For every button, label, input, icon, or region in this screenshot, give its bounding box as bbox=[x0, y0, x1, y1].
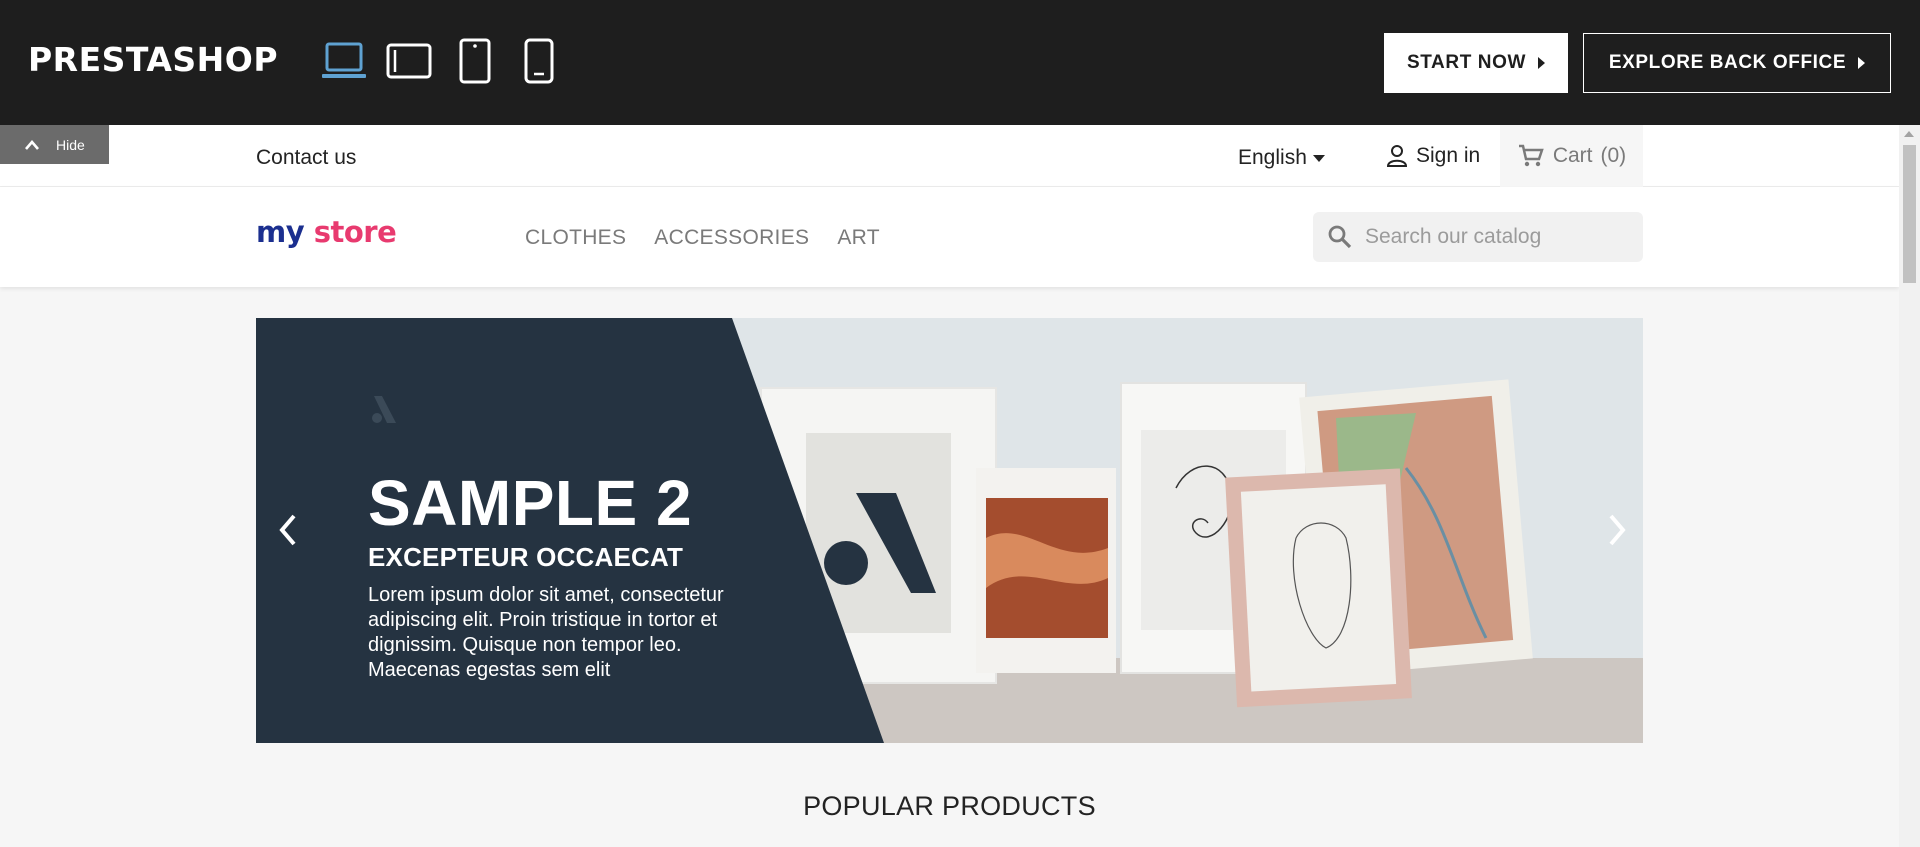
user-icon bbox=[1386, 145, 1408, 167]
hide-label: Hide bbox=[56, 136, 85, 153]
slide-subtitle: EXCEPTEUR OCCAECAT bbox=[368, 542, 684, 572]
chevron-left-icon bbox=[279, 514, 296, 546]
scroll-up-arrow-icon[interactable] bbox=[1904, 131, 1914, 137]
scrollbar-thumb[interactable] bbox=[1903, 145, 1916, 283]
explore-back-office-button[interactable]: EXPLORE BACK OFFICE bbox=[1583, 33, 1891, 93]
chevron-right-icon bbox=[1609, 514, 1626, 546]
store-logo[interactable]: my store bbox=[256, 215, 397, 249]
laptop-icon[interactable] bbox=[320, 38, 368, 84]
popular-products-heading: POPULAR PRODUCTS bbox=[803, 791, 1096, 821]
page-scrollbar[interactable] bbox=[1899, 125, 1920, 847]
sign-in-link[interactable]: Sign in bbox=[1384, 143, 1480, 169]
mobile-icon[interactable] bbox=[522, 38, 556, 84]
caret-right-icon bbox=[1858, 57, 1866, 69]
menu-item-clothes[interactable]: CLOTHES bbox=[525, 226, 626, 250]
main-menu: CLOTHES ACCESSORIES ART bbox=[525, 226, 880, 250]
chevron-up-icon bbox=[25, 139, 39, 150]
tablet-portrait-icon[interactable] bbox=[458, 38, 492, 84]
prestashop-brand: PRESTASHOP bbox=[28, 40, 279, 79]
search-icon[interactable] bbox=[1327, 224, 1353, 250]
contact-us-link[interactable]: Contact us bbox=[256, 146, 356, 170]
search-input[interactable] bbox=[1365, 225, 1625, 249]
explore-back-office-label: EXPLORE BACK OFFICE bbox=[1608, 52, 1847, 73]
header-main: my store CLOTHES ACCESSORIES ART bbox=[0, 187, 1899, 287]
hide-toolbar-button[interactable]: Hide bbox=[0, 125, 109, 164]
shopping-cart-icon bbox=[1518, 144, 1544, 167]
demo-top-bar: PRESTASHOP START NOW EXPLORE BACK OFFICE bbox=[0, 0, 1920, 125]
homepage-slider: SAMPLE 2 EXCEPTEUR OCCAECAT Lorem ipsum … bbox=[256, 318, 1643, 743]
language-label: English bbox=[1238, 146, 1307, 169]
slider-next-button[interactable] bbox=[1597, 510, 1637, 550]
slide-description: Lorem ipsum dolor sit amet, consectetur … bbox=[368, 584, 724, 681]
start-now-button[interactable]: START NOW bbox=[1384, 33, 1568, 93]
search-widget bbox=[1313, 212, 1643, 262]
menu-item-accessories[interactable]: ACCESSORIES bbox=[654, 226, 809, 250]
slider-prev-button[interactable] bbox=[268, 510, 308, 550]
language-selector[interactable]: English bbox=[1238, 146, 1325, 170]
cart-label: Cart bbox=[1552, 144, 1593, 167]
slide-caption: SAMPLE 2 EXCEPTEUR OCCAECAT Lorem ipsum … bbox=[368, 468, 768, 683]
slide-title: SAMPLE 2 bbox=[368, 467, 693, 539]
menu-item-art[interactable]: ART bbox=[837, 226, 880, 250]
caret-right-icon bbox=[1538, 57, 1546, 69]
cart-link[interactable]: Cart (0) bbox=[1500, 125, 1643, 187]
cart-count: (0) bbox=[1600, 144, 1627, 167]
logo-my: my bbox=[256, 215, 305, 249]
start-now-label: START NOW bbox=[1406, 52, 1527, 73]
tablet-landscape-icon[interactable] bbox=[385, 38, 433, 84]
logo-store: store bbox=[313, 215, 397, 249]
sign-in-label: Sign in bbox=[1416, 144, 1481, 167]
caret-down-icon bbox=[1312, 154, 1325, 162]
header-nav: Contact us English Sign in Cart (0) bbox=[0, 125, 1899, 187]
